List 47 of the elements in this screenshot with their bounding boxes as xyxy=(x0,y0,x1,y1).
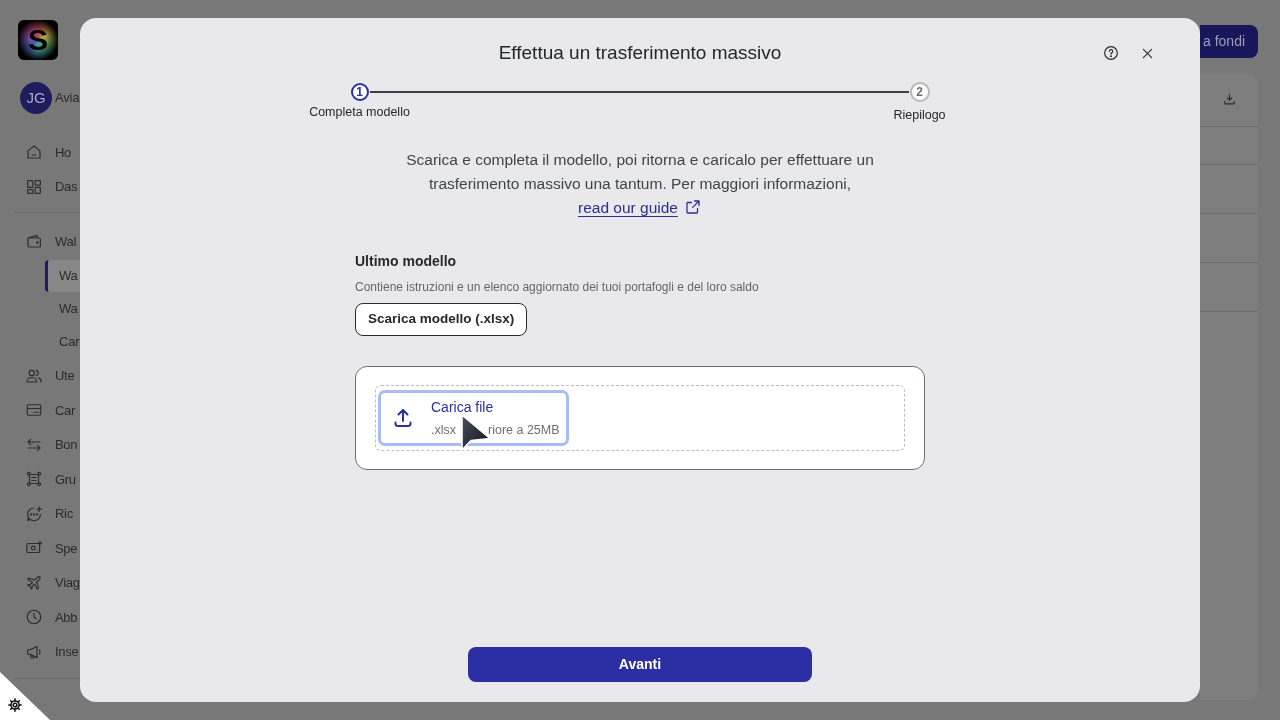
nav-item[interactable]: Inse xyxy=(18,634,80,669)
home-icon xyxy=(25,143,43,162)
guide-link[interactable]: read our guide xyxy=(578,199,702,216)
nav-item[interactable]: Viag xyxy=(18,565,80,600)
wallet-icon xyxy=(25,232,43,251)
close-icon xyxy=(1141,47,1153,59)
section-title: Ultimo modello xyxy=(355,252,458,270)
nav-item[interactable]: Spe xyxy=(18,531,80,566)
nav-item[interactable]: Ute xyxy=(18,358,80,393)
clock-icon xyxy=(25,608,43,627)
nav-item[interactable]: Ric xyxy=(18,496,80,531)
help-icon xyxy=(1103,45,1119,61)
step-label: Riepilogo xyxy=(893,107,946,123)
nav-item[interactable]: Ho xyxy=(18,135,80,170)
airplane-icon xyxy=(25,573,43,592)
nav-item[interactable]: Gru xyxy=(18,462,80,497)
intro-text: Scarica e completa il modello, poi ritorna e caricalo per effettuare un trasferimento massivo una tantum. Per maggiori informazioni, read our guide xyxy=(405,150,875,218)
download-icon[interactable] xyxy=(1221,92,1237,107)
user-name: Avia xyxy=(55,89,80,108)
step-label: Completa modello xyxy=(309,104,410,121)
upload-hint: riore a 25MB xyxy=(488,421,560,438)
nav-item[interactable]: Bon xyxy=(18,427,80,462)
upload-button[interactable]: Carica file .xlsx riore a 25MB xyxy=(378,390,569,446)
frame-icon xyxy=(25,470,43,489)
upload-hint: .xlsx xyxy=(431,421,456,438)
nav-subitem[interactable]: Wa xyxy=(45,259,80,292)
nav-subitem[interactable]: Car xyxy=(45,325,80,358)
next-button[interactable]: Avanti xyxy=(468,647,812,682)
download-template-button[interactable]: Scarica modello (.xlsx) xyxy=(355,303,528,336)
help-button[interactable] xyxy=(1102,44,1120,62)
drop-zone[interactable]: Carica file .xlsx riore a 25MB xyxy=(375,385,905,451)
section-description: Contiene istruzioni e un elenco aggiornato dei tuoi portafogli e del loro saldo xyxy=(355,279,760,295)
chat-plus-icon xyxy=(25,504,43,523)
funds-button[interactable]: a fondi xyxy=(1200,25,1258,58)
upload-label: Carica file xyxy=(431,398,495,415)
settings-icon xyxy=(8,698,22,712)
nav-item[interactable]: Das xyxy=(18,169,80,204)
nav-item[interactable]: Wal xyxy=(18,224,80,259)
nav-item[interactable]: Abb xyxy=(18,600,80,635)
dialog-title: Effettua un trasferimento massivo xyxy=(498,41,782,65)
step-number: 2 xyxy=(909,82,930,102)
nav-item[interactable]: Car xyxy=(18,393,80,428)
avatar-initials[interactable]: JG xyxy=(20,82,52,114)
nav-subitem[interactable]: Wa xyxy=(45,292,80,325)
external-link-icon xyxy=(684,198,702,216)
step-number: 1 xyxy=(350,83,369,101)
grid-icon xyxy=(25,177,43,196)
